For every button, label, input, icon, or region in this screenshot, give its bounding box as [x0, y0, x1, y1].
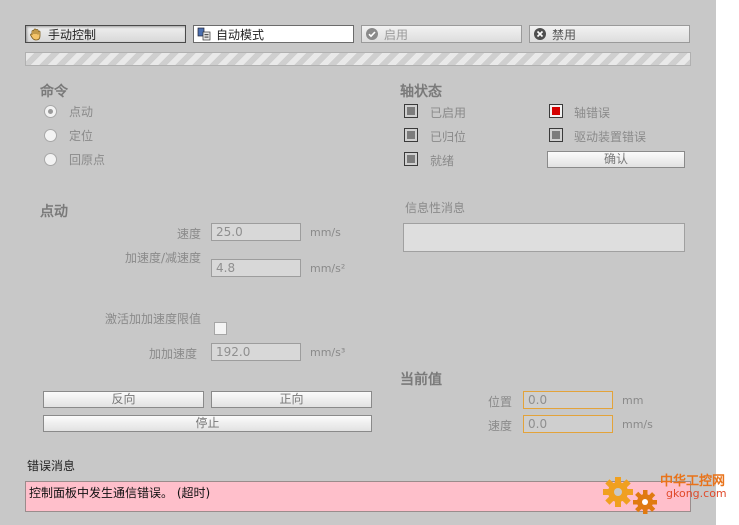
radio-homing[interactable] — [44, 153, 57, 166]
check-circle-icon — [365, 27, 379, 41]
stop-button[interactable]: 停止 — [43, 415, 372, 432]
drive-error-indicator-icon — [549, 128, 563, 142]
auto-mode-label: 自动模式 — [216, 27, 265, 42]
jog-accel-unit: mm/s² — [310, 262, 346, 275]
current-speed-label: 速度 — [487, 419, 512, 433]
automatic-mode-icon — [197, 27, 211, 41]
ready-indicator-icon — [404, 152, 418, 166]
radio-jog-label: 点动 — [69, 105, 94, 119]
axis-error-indicator-icon — [549, 104, 563, 118]
auto-mode-button[interactable]: 自动模式 — [193, 25, 354, 43]
current-speed-unit: mm/s — [622, 418, 653, 431]
ready-label: 就绪 — [430, 154, 455, 168]
confirm-button[interactable]: 确认 — [547, 151, 685, 168]
watermark-url: gkong.com — [666, 487, 727, 500]
jerk-enable-label: 激活加加速度限值 — [104, 312, 201, 326]
jog-speed-unit: mm/s — [310, 226, 341, 239]
disable-button[interactable]: 禁用 — [529, 25, 690, 43]
enabled-label: 已启用 — [430, 106, 467, 120]
axis-control-panel: 手动控制 自动模式 启用 禁用 命令 点动 定位 回原点 轴状态 已启用 已归位… — [0, 0, 716, 525]
jog-speed-label: 速度 — [176, 227, 201, 241]
jog-accel-input[interactable]: 4.8 — [211, 259, 301, 277]
axis-error-label: 轴错误 — [574, 106, 611, 120]
hand-icon — [29, 27, 43, 41]
info-message-title: 信息性消息 — [405, 201, 466, 215]
radio-positioning-label: 定位 — [69, 129, 94, 143]
jerk-label: 加加速度 — [148, 347, 197, 361]
error-message-box: 控制面板中发生通信错误。 (超时) — [25, 481, 691, 512]
position-unit: mm — [622, 394, 644, 407]
radio-homing-label: 回原点 — [69, 153, 106, 167]
radio-jog[interactable] — [44, 105, 57, 118]
disabled-stripe-bar — [25, 52, 691, 66]
jerk-input[interactable]: 192.0 — [211, 343, 301, 361]
homed-indicator-icon — [404, 128, 418, 142]
reverse-button[interactable]: 反向 — [43, 391, 204, 408]
gear-logo-icon — [603, 477, 657, 514]
current-speed-value-field: 0.0 — [523, 415, 613, 433]
jog-speed-input[interactable]: 25.0 — [211, 223, 301, 241]
enable-button[interactable]: 启用 — [361, 25, 522, 43]
radio-positioning[interactable] — [44, 129, 57, 142]
position-label: 位置 — [487, 395, 512, 409]
forward-button[interactable]: 正向 — [211, 391, 372, 408]
enable-label: 启用 — [384, 27, 409, 42]
drive-error-label: 驱动装置错误 — [574, 130, 647, 144]
close-circle-icon — [533, 27, 547, 41]
jog-accel-label: 加速度/减速度 — [124, 251, 201, 265]
jerk-unit: mm/s³ — [310, 346, 346, 359]
disable-label: 禁用 — [552, 27, 577, 42]
jog-section-title: 点动 — [40, 204, 68, 220]
jerk-enable-checkbox[interactable] — [214, 322, 227, 335]
position-value-field: 0.0 — [523, 391, 613, 409]
enabled-indicator-icon — [404, 104, 418, 118]
gkong-watermark: 中华工控网 gkong.com — [600, 466, 736, 518]
info-message-box — [403, 223, 685, 252]
homed-label: 已归位 — [430, 130, 467, 144]
axis-status-title: 轴状态 — [400, 84, 442, 100]
manual-control-button[interactable]: 手动控制 — [25, 25, 186, 43]
manual-control-label: 手动控制 — [48, 27, 97, 42]
error-message-title: 错误消息 — [27, 459, 76, 473]
current-values-title: 当前值 — [400, 372, 442, 388]
command-section-title: 命令 — [40, 84, 68, 100]
